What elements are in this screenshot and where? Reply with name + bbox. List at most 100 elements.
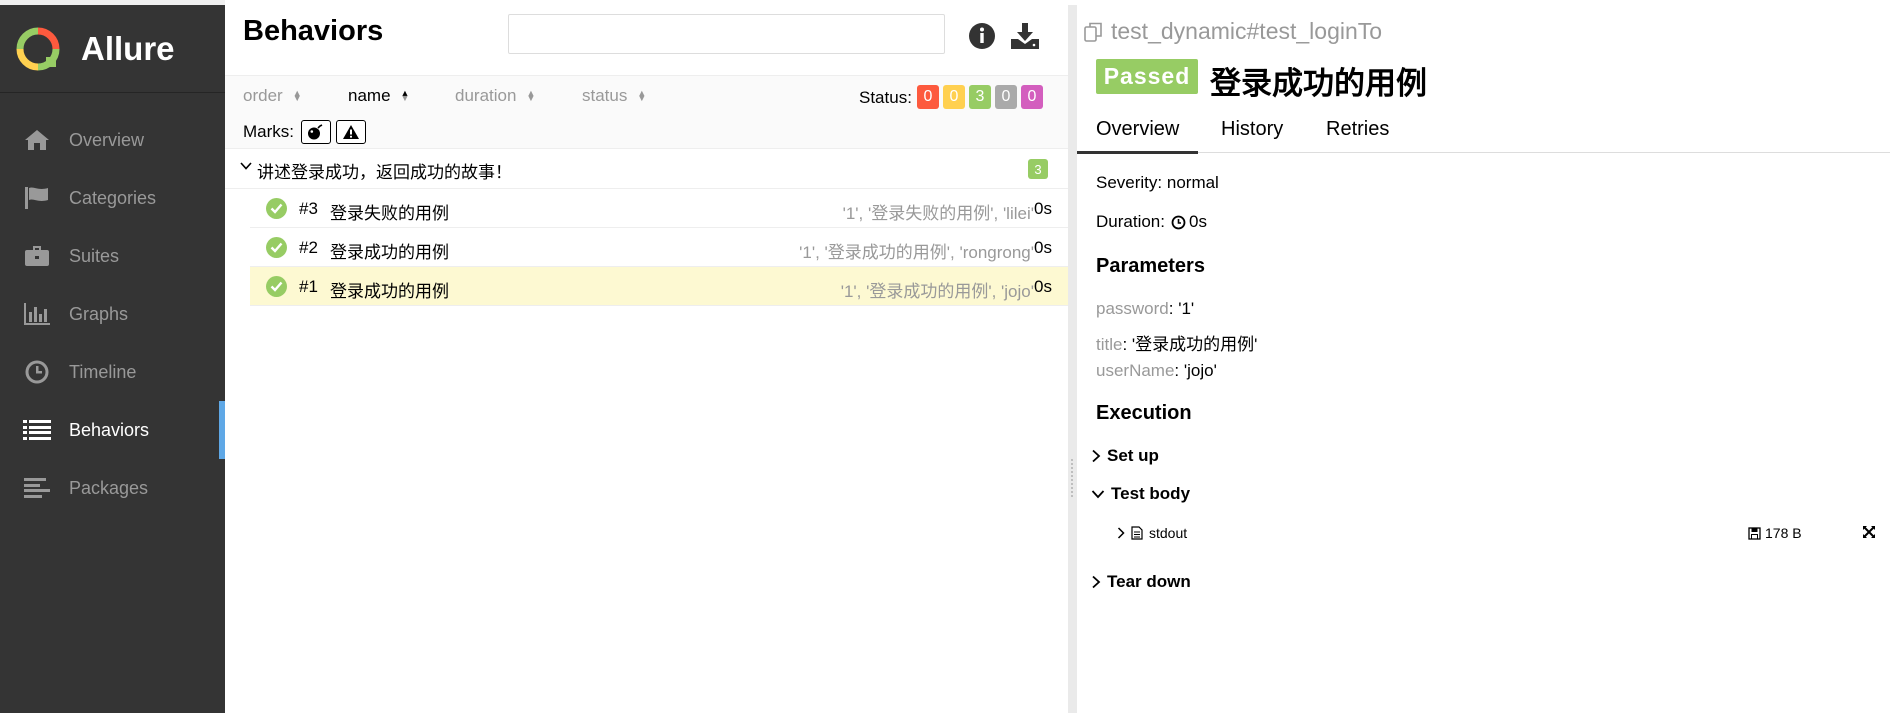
sidebar-item-label: Timeline — [69, 361, 137, 382]
test-name: 登录成功的用例 — [330, 282, 449, 301]
sidebar-item-suites[interactable]: Suites — [0, 227, 225, 285]
download-button[interactable] — [1010, 21, 1040, 51]
test-full-name-text: test_dynamic#test_loginTo — [1111, 18, 1383, 44]
allure-report: Allure Overview Categories Suites Graphs… — [0, 0, 1890, 713]
test-row[interactable]: #3 登录失败的用例 '1', '登录失败的用例', 'lilei' 0s — [250, 189, 1068, 228]
brand[interactable]: Allure — [0, 5, 225, 93]
status-filter-label: Status: — [859, 88, 912, 107]
param-row: password: '1' — [1096, 299, 1195, 318]
chevron-down-icon — [1091, 490, 1105, 499]
sidebar-item-behaviors[interactable]: Behaviors — [0, 401, 225, 459]
test-number: #3 — [299, 199, 318, 218]
sidebar-item-categories[interactable]: Categories — [0, 169, 225, 227]
test-duration: 0s — [1034, 277, 1052, 296]
tab-overview[interactable]: Overview — [1076, 118, 1199, 154]
status-badge: Passed — [1096, 59, 1198, 94]
status-failed-badge[interactable]: 0 — [917, 85, 939, 109]
marks-label: Marks: — [243, 122, 294, 141]
chevron-right-icon — [1117, 527, 1125, 539]
test-detail-pane: test_dynamic#test_loginTo Passed 登录成功的用例… — [1076, 5, 1890, 713]
sidebar-item-label: Suites — [69, 245, 120, 266]
sort-status[interactable]: status ▲ ▼ — [582, 86, 646, 106]
file-text-icon — [1131, 526, 1143, 540]
copy-icon — [1084, 22, 1102, 42]
status-broken-badge[interactable]: 0 — [943, 85, 965, 109]
pane-splitter[interactable] — [1068, 5, 1077, 713]
param-row: title: '登录成功的用例' — [1096, 335, 1258, 354]
sort-name-label: name — [348, 86, 391, 105]
group-count-badge: 3 — [1028, 159, 1048, 179]
severity-label: Severity: — [1096, 173, 1163, 192]
page-title: Behaviors — [243, 15, 384, 47]
sidebar-item-label: Categories — [69, 187, 157, 208]
passed-check-icon — [266, 198, 287, 219]
home-icon — [22, 127, 52, 153]
param-key: title — [1096, 335, 1123, 354]
sidebar-item-timeline[interactable]: Timeline — [0, 343, 225, 401]
attachment-size: 178 B — [1748, 525, 1802, 541]
warning-icon — [343, 125, 359, 139]
test-params: '1', '登录失败的用例', 'lilei' — [842, 204, 1034, 223]
test-row-selected[interactable]: #1 登录成功的用例 '1', '登录成功的用例', 'jojo' 0s — [250, 267, 1068, 306]
test-body-label: Test body — [1111, 484, 1191, 503]
status-skipped-badge[interactable]: 0 — [995, 85, 1017, 109]
sort-icon: ▲ ▼ — [637, 88, 647, 103]
test-duration: 0s — [1034, 238, 1052, 257]
allure-logo-icon — [16, 27, 60, 70]
sidebar-item-label: Overview — [69, 129, 145, 150]
test-params: '1', '登录成功的用例', 'jojo' — [840, 282, 1034, 301]
severity-line: Severity: normal — [1096, 173, 1219, 193]
briefcase-icon — [22, 243, 52, 269]
tab-history[interactable]: History — [1221, 118, 1283, 141]
sort-name[interactable]: name ▲ ▼ — [348, 86, 409, 106]
duration-label: Duration: — [1096, 212, 1165, 231]
info-icon — [969, 23, 995, 49]
param-key: userName — [1096, 361, 1175, 380]
bomb-icon — [308, 124, 323, 140]
chevron-right-icon — [1092, 449, 1101, 463]
sort-duration[interactable]: duration ▲ ▼ — [455, 86, 535, 106]
test-duration: 0s — [1034, 199, 1052, 218]
param-value: '1' — [1178, 299, 1195, 318]
search-input[interactable] — [508, 14, 945, 54]
behavior-group[interactable]: 讲述登录成功，返回成功的故事！ 3 — [225, 149, 1068, 189]
sort-icon: ▲ ▼ — [292, 88, 302, 103]
param-key: password — [1096, 299, 1169, 318]
sidebar-item-graphs[interactable]: Graphs — [0, 285, 225, 343]
test-row[interactable]: #2 登录成功的用例 '1', '登录成功的用例', 'rongrong' 0s — [250, 228, 1068, 267]
bar-chart-icon — [22, 301, 52, 327]
severity-value: normal — [1166, 173, 1219, 192]
sort-order[interactable]: order ▲ ▼ — [243, 86, 302, 106]
passed-check-icon — [266, 237, 287, 258]
marks-bar: Marks: — [225, 115, 1068, 149]
sort-icon: ▲ ▼ — [526, 88, 536, 103]
duration-value: 0s — [1188, 212, 1207, 231]
sidebar: Allure Overview Categories Suites Graphs… — [0, 0, 225, 713]
info-button[interactable] — [967, 21, 997, 51]
param-row: userName: 'jojo' — [1096, 361, 1217, 380]
setup-section[interactable]: Set up — [1091, 446, 1159, 466]
teardown-section[interactable]: Tear down — [1091, 572, 1191, 592]
flag-icon — [22, 185, 52, 211]
param-value: 'jojo' — [1183, 361, 1217, 380]
new-failed-mark-button[interactable] — [336, 120, 366, 144]
sidebar-item-label: Packages — [69, 477, 149, 498]
sidebar-item-packages[interactable]: Packages — [0, 459, 225, 517]
chevron-down-icon — [240, 162, 252, 170]
sidebar-item-overview[interactable]: Overview — [0, 111, 225, 169]
test-body-section[interactable]: Test body — [1091, 484, 1190, 504]
brand-name: Allure — [81, 29, 175, 67]
status-passed-badge[interactable]: 3 — [969, 85, 991, 109]
save-icon — [1748, 526, 1761, 540]
flaky-mark-button[interactable] — [301, 120, 331, 144]
sort-duration-label: duration — [455, 86, 517, 105]
passed-check-icon — [266, 276, 287, 297]
expand-icon[interactable] — [1862, 525, 1876, 539]
tab-retries[interactable]: Retries — [1326, 118, 1389, 141]
status-unknown-badge[interactable]: 0 — [1021, 85, 1043, 109]
attachment-name: stdout — [1149, 525, 1188, 541]
clock-icon — [1171, 215, 1186, 229]
attachment-row[interactable]: stdout 178 B — [1117, 522, 1887, 546]
test-full-name[interactable]: test_dynamic#test_loginTo — [1083, 18, 1382, 45]
test-number: #1 — [299, 277, 318, 296]
